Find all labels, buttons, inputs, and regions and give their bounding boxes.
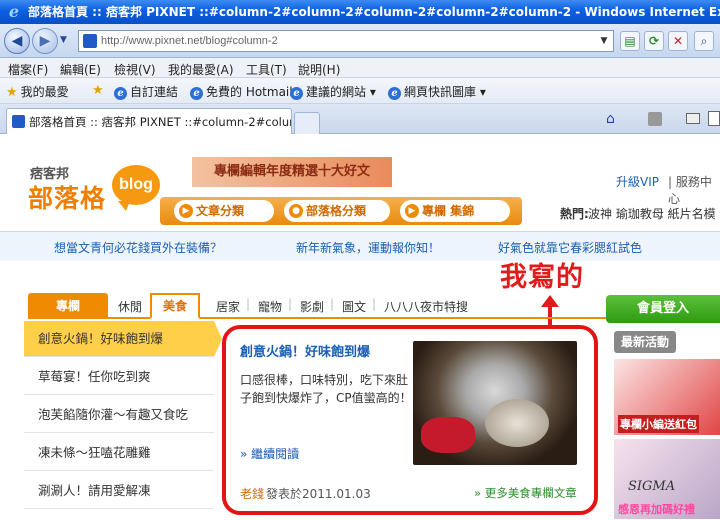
hotpot-photo[interactable] [413, 341, 577, 465]
tab-special-column[interactable]: 專欄 [28, 293, 108, 319]
new-tab-button[interactable] [294, 112, 320, 134]
compatibility-view-icon[interactable]: ▤ [620, 31, 640, 51]
article-list: 創意火鍋！好味飽到爆 草莓宴！任你吃到爽 泡芙餡隨你灌～有趣又食吃 凍未條～狂嗑… [24, 321, 214, 520]
tab-pets[interactable]: 寵物 [258, 298, 282, 315]
list-item-active[interactable]: 創意火鍋！好味飽到爆 [24, 321, 214, 357]
menu-file[interactable]: 檔案(F) [8, 61, 48, 78]
tab-separator: | [372, 297, 377, 311]
tab-separator: | [288, 297, 293, 311]
main-nav: ▶ 文章分類 ● 部落格分類 ▶ 專欄 集錦 [160, 197, 522, 225]
add-favorites-icon[interactable]: ★ [92, 83, 107, 98]
browser-tab-active[interactable]: 部落格首頁 :: 痞客邦 PIXNET ::#column-2#column-.… [6, 108, 292, 134]
feature-title-link[interactable]: 創意火鍋！好味飽到爆 [240, 341, 370, 360]
event-banner-1[interactable]: 專欄小編送紅包 [614, 359, 720, 435]
rss-icon[interactable] [648, 112, 662, 126]
tab-leisure[interactable]: 休閒 [118, 298, 142, 315]
latest-events-label: 最新活動 [614, 331, 676, 353]
menu-edit[interactable]: 編輯(E) [60, 61, 101, 78]
ie-page-icon: e [190, 87, 203, 100]
photo-detail [421, 417, 475, 453]
history-dropdown-icon[interactable]: ▼ [60, 35, 67, 45]
tab-comics[interactable]: 圖文 [342, 298, 366, 315]
column-icon: ▶ [405, 204, 419, 218]
fav-hotmail[interactable]: e 免費的 Hotmail [190, 83, 293, 100]
home-icon[interactable]: ⌂ [606, 111, 615, 127]
event-banner-2[interactable]: SIGMA 感恩再加碼好禮 [614, 439, 720, 519]
list-item[interactable]: 凍未條～狂嗑花雕雞 [24, 435, 214, 471]
menu-help[interactable]: 說明(H) [298, 61, 340, 78]
fav-suggested-sites[interactable]: e 建議的網站 ▾ [290, 83, 376, 100]
refresh-icon[interactable]: ⟳ [644, 31, 664, 51]
list-item[interactable]: 草莓宴！任你吃到爽 [24, 359, 214, 395]
blog-category-icon: ● [289, 204, 303, 218]
tab-home[interactable]: 居家 [216, 298, 240, 315]
search-icon[interactable]: ⌕ [694, 31, 714, 51]
more-food-link[interactable]: » 更多美食專欄文章 [474, 485, 577, 501]
web-page: 痞客邦 部落格 blog 專欄編輯年度精選十大好文 升級VIP | 服務中心 ▶… [0, 135, 720, 520]
address-field[interactable]: ▼ [78, 30, 614, 52]
promo-links-row: 想當文青何必花錢買外在裝備？ 新年新氣象，運動報你知！ 好氣色就靠它春彩腮紅試色 [0, 231, 720, 261]
nav-column-collection[interactable]: ▶ 專欄 集錦 [400, 200, 510, 222]
menu-tools[interactable]: 工具(T) [246, 61, 287, 78]
hot-label: 熱門: [560, 207, 589, 221]
list-item[interactable]: 泡芙餡隨你灌～有趣又食吃 [24, 397, 214, 433]
tab-drama[interactable]: 影劇 [300, 298, 324, 315]
window-title-bar: e 部落格首頁 :: 痞客邦 PIXNET ::#column-2#column… [0, 0, 720, 24]
tab-separator: | [246, 297, 251, 311]
tab-night-market[interactable]: 八八八夜市特搜 [384, 298, 468, 315]
forward-arrow-icon[interactable]: ▶ [32, 28, 58, 54]
fav-web-slice-gallery[interactable]: e 網頁快訊圖庫 ▾ [388, 83, 486, 100]
back-arrow-icon[interactable]: ◀ [4, 28, 30, 54]
print-icon[interactable] [686, 113, 700, 124]
tab-separator: | [330, 297, 335, 311]
list-item[interactable]: 涮涮人！請用愛解凍 [24, 473, 214, 509]
menu-favorites[interactable]: 我的最愛(A) [168, 61, 234, 78]
menu-view[interactable]: 檢視(V) [114, 61, 156, 78]
article-category-icon: ▶ [179, 204, 193, 218]
stop-icon[interactable]: ✕ [668, 31, 688, 51]
site-logo[interactable]: 部落格 [28, 179, 106, 215]
ie-page-icon: e [114, 87, 127, 100]
address-toolbar: ◀ ▶ ▼ ▼ ▤ ⟳ ✕ ⌕ [0, 24, 720, 58]
upgrade-vip-link[interactable]: 升級VIP [616, 173, 659, 190]
favorites-star-icon: ★ [6, 85, 18, 100]
active-pointer-icon [214, 321, 222, 357]
address-input[interactable] [101, 33, 581, 49]
page-favicon-icon [12, 115, 25, 128]
window-title: 部落格首頁 :: 痞客邦 PIXNET ::#column-2#column-2… [28, 5, 720, 19]
page-favicon-icon [83, 34, 97, 48]
menu-bar: 檔案(F) 編輯(E) 檢視(V) 我的最愛(A) 工具(T) 說明(H) [0, 58, 720, 78]
ie-page-icon: e [290, 87, 303, 100]
ie-logo-icon: e [8, 2, 20, 21]
annotation-label: 我寫的 [500, 262, 584, 293]
promo-link-1[interactable]: 想當文青何必花錢買外在裝備？ [54, 239, 222, 256]
service-center-link[interactable]: | 服務中心 [668, 173, 720, 207]
author-link[interactable]: 老錢 [240, 485, 264, 502]
event-1-caption: 專欄小編送紅包 [618, 415, 699, 433]
favorites-button[interactable]: ★ 我的最愛 [6, 83, 69, 100]
hot-keywords[interactable]: 波神 瑜珈教母 紙片名模 車 [588, 205, 720, 222]
nav-article-categories[interactable]: ▶ 文章分類 [174, 200, 274, 222]
photo-detail [485, 399, 549, 447]
tab-bar: 部落格首頁 :: 痞客邦 PIXNET ::#column-2#column-.… [0, 104, 720, 134]
favorites-bar: ★ 我的最愛 ★ e 自訂連結 e 免費的 Hotmail e 建議的網站 ▾ e 網頁快… [0, 78, 720, 104]
promo-banner[interactable]: 專欄編輯年度精選十大好文 [192, 157, 392, 187]
page-menu-icon[interactable] [708, 111, 720, 126]
member-login-button[interactable]: 會員登入 [606, 295, 720, 323]
promo-link-3[interactable]: 好氣色就靠它春彩腮紅試色 [498, 239, 642, 256]
feature-description: 口感很棒，口味特別，吃下來肚子飽到快爆炸了，CP值蠻高的！ [240, 373, 412, 405]
fav-custom-links[interactable]: e 自訂連結 [114, 83, 178, 100]
nav-blog-categories[interactable]: ● 部落格分類 [284, 200, 390, 222]
blog-bubble-logo[interactable]: blog [112, 165, 160, 211]
post-date: 發表於2011.01.03 [266, 487, 371, 501]
read-more-link[interactable]: » 繼續閱讀 [240, 445, 299, 462]
category-tabs: 專欄 休閒 美食 居家 | 寵物 | 影劇 | 圖文 | 八八八夜市特搜 [28, 293, 608, 319]
event-2-caption: 感恩再加碼好禮 [618, 503, 695, 516]
tab-food[interactable]: 美食 [150, 293, 200, 319]
promo-link-2[interactable]: 新年新氣象，運動報你知！ [296, 239, 440, 256]
address-dropdown-icon[interactable]: ▼ [597, 33, 611, 49]
ie-page-icon: e [388, 87, 401, 100]
